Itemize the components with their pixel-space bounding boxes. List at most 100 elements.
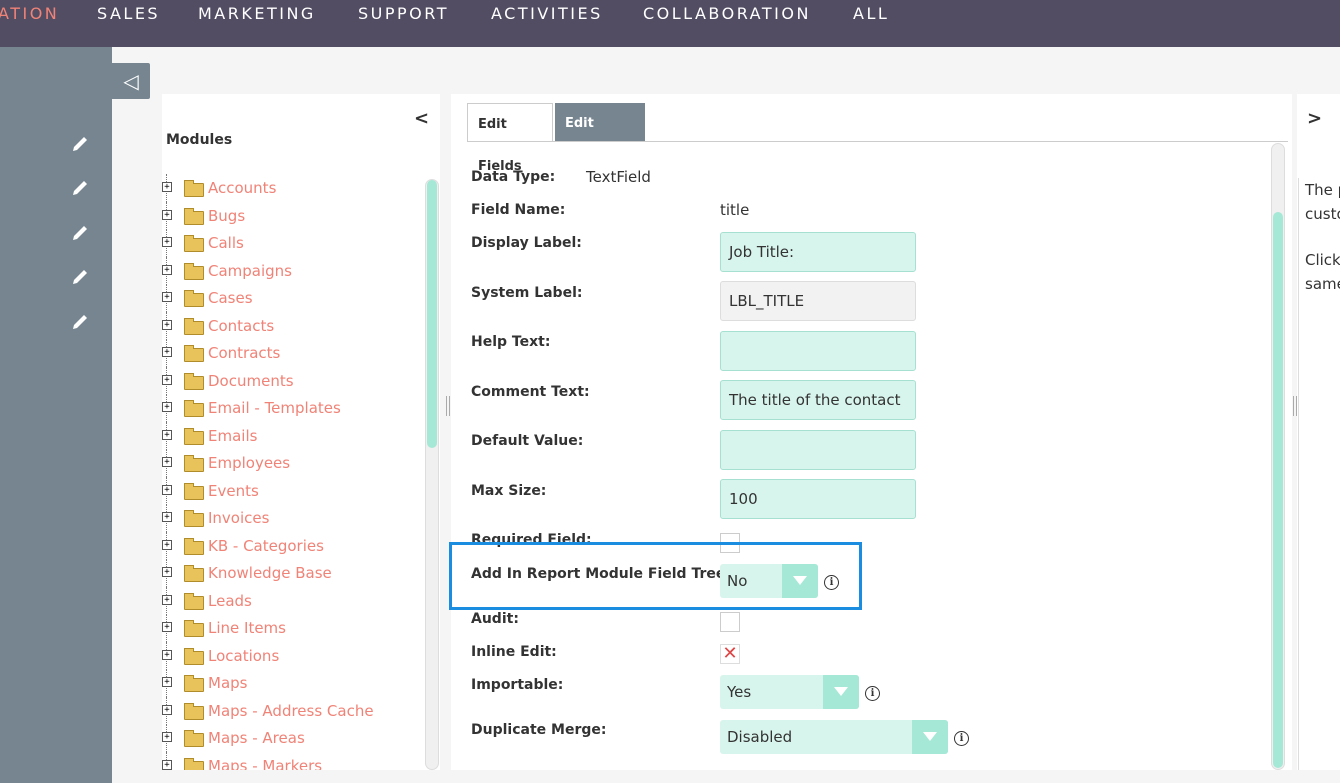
expand-plus-icon[interactable]: + xyxy=(162,732,172,742)
module-tree-item[interactable]: + Maps - Areas xyxy=(162,724,412,752)
expand-plus-icon[interactable]: + xyxy=(162,512,172,522)
module-link[interactable]: Maps - Areas xyxy=(208,729,305,747)
module-tree-item[interactable]: + Bugs xyxy=(162,201,412,230)
pencil-icon[interactable] xyxy=(70,312,90,332)
module-tree-item[interactable]: + KB - Categories xyxy=(162,531,412,560)
expand-plus-icon[interactable]: + xyxy=(162,292,172,302)
pencil-icon[interactable] xyxy=(70,267,90,287)
module-tree-item[interactable]: + Emails xyxy=(162,421,412,450)
tab-edit-fields[interactable]: Edit Fields xyxy=(467,103,553,174)
nav-item-all[interactable]: ALL xyxy=(853,4,889,23)
expand-plus-icon[interactable]: + xyxy=(162,209,172,220)
module-link[interactable]: Contacts xyxy=(208,317,274,335)
default-value-input[interactable] xyxy=(720,430,916,470)
module-link[interactable]: Documents xyxy=(208,372,294,390)
module-link[interactable]: Accounts xyxy=(208,179,276,197)
expand-plus-icon[interactable]: + xyxy=(162,429,172,440)
pencil-icon[interactable] xyxy=(70,223,90,243)
help-text-input[interactable] xyxy=(720,331,916,371)
module-link[interactable]: Cases xyxy=(208,289,253,307)
module-tree-item[interactable]: + Knowledge Base xyxy=(162,559,412,587)
expand-plus-icon[interactable]: + xyxy=(162,677,172,687)
expand-plus-icon[interactable]: + xyxy=(162,484,172,495)
expand-plus-icon[interactable]: + xyxy=(162,759,172,770)
module-tree-item[interactable]: + Email - Templates xyxy=(162,394,412,422)
expand-plus-icon[interactable]: + xyxy=(162,264,172,275)
module-tree-item[interactable]: + Locations xyxy=(162,641,412,670)
nav-item-activities[interactable]: ACTIVITIES xyxy=(491,4,603,23)
nav-item-administration[interactable]: ATION xyxy=(0,4,59,23)
expand-plus-icon[interactable]: + xyxy=(162,319,172,330)
nav-item-sales[interactable]: SALES xyxy=(97,4,160,23)
tab-edit-field[interactable]: Edit Field | xyxy=(555,103,645,173)
expand-plus-icon[interactable]: + xyxy=(162,374,172,385)
expand-plus-icon[interactable]: + xyxy=(162,567,172,577)
expand-plus-icon[interactable]: + xyxy=(162,402,172,412)
module-tree-item[interactable]: + Invoices xyxy=(162,504,412,532)
module-link[interactable]: Email - Templates xyxy=(208,399,341,417)
expand-plus-icon[interactable]: + xyxy=(162,457,172,467)
tab-divider xyxy=(467,141,1288,142)
modules-collapse-icon[interactable]: < xyxy=(414,108,429,129)
main-scrollbar-thumb[interactable] xyxy=(1273,212,1283,768)
comment-text-input[interactable]: The title of the contact xyxy=(720,380,916,420)
module-link[interactable]: Maps xyxy=(208,674,247,692)
display-label-input[interactable]: Job Title: xyxy=(720,232,916,272)
module-link[interactable]: Contracts xyxy=(208,344,280,362)
module-link[interactable]: Knowledge Base xyxy=(208,564,332,582)
module-link[interactable]: Leads xyxy=(208,592,252,610)
module-tree-item[interactable]: + Maps - Address Cache xyxy=(162,696,412,725)
module-tree-item[interactable]: + Contacts xyxy=(162,311,412,340)
pencil-icon[interactable] xyxy=(70,134,90,154)
nav-item-marketing[interactable]: MARKETING xyxy=(198,4,316,23)
module-tree-item[interactable]: + Leads xyxy=(162,586,412,615)
module-tree-item[interactable]: + Employees xyxy=(162,449,412,477)
module-link[interactable]: Emails xyxy=(208,427,257,445)
sidebar-collapse-button[interactable]: ◁ xyxy=(112,63,150,99)
nav-item-collaboration[interactable]: COLLABORATION xyxy=(643,4,811,23)
expand-plus-icon[interactable]: + xyxy=(162,539,172,550)
module-link[interactable]: Invoices xyxy=(208,509,269,527)
module-link[interactable]: Maps - Address Cache xyxy=(208,702,374,720)
info-icon[interactable]: i xyxy=(865,686,880,701)
expand-plus-icon[interactable]: + xyxy=(162,237,172,247)
module-link[interactable]: Locations xyxy=(208,647,279,665)
max-size-input[interactable]: 100 xyxy=(720,479,916,519)
audit-checkbox[interactable] xyxy=(720,612,740,632)
expand-plus-icon[interactable]: + xyxy=(162,594,172,605)
module-link[interactable]: Events xyxy=(208,482,259,500)
panel-splitter[interactable] xyxy=(446,396,450,416)
expand-plus-icon[interactable]: + xyxy=(162,182,172,192)
module-link[interactable]: Employees xyxy=(208,454,290,472)
module-link[interactable]: Maps - Markers xyxy=(208,757,322,771)
module-tree-item[interactable]: + Campaigns xyxy=(162,256,412,285)
importable-select[interactable]: Yes xyxy=(720,675,859,709)
module-link[interactable]: Bugs xyxy=(208,207,245,225)
modules-scrollbar-thumb[interactable] xyxy=(427,180,437,448)
expand-plus-icon[interactable]: + xyxy=(162,347,172,357)
module-tree-item[interactable]: + Contracts xyxy=(162,339,412,367)
module-tree-item[interactable]: + Maps - Markers xyxy=(162,751,412,771)
module-tree-item[interactable]: + Cases xyxy=(162,284,412,312)
modules-scrollbar[interactable] xyxy=(425,179,439,770)
module-link[interactable]: Campaigns xyxy=(208,262,292,280)
module-tree-item[interactable]: + Accounts xyxy=(162,174,412,202)
expand-plus-icon[interactable]: + xyxy=(162,622,172,632)
pencil-icon[interactable] xyxy=(70,178,90,198)
main-scrollbar[interactable] xyxy=(1271,143,1285,770)
module-tree-item[interactable]: + Maps xyxy=(162,669,412,697)
expand-plus-icon[interactable]: + xyxy=(162,704,172,715)
module-tree-item[interactable]: + Documents xyxy=(162,366,412,395)
expand-plus-icon[interactable]: + xyxy=(162,649,172,660)
info-icon[interactable]: i xyxy=(954,731,969,746)
module-tree-item[interactable]: + Calls xyxy=(162,229,412,257)
help-expand-icon[interactable]: > xyxy=(1307,108,1322,129)
duplicate-merge-select[interactable]: Disabled xyxy=(720,720,948,754)
nav-item-support[interactable]: SUPPORT xyxy=(358,4,449,23)
module-tree-item[interactable]: + Line Items xyxy=(162,614,412,642)
inline-edit-checkbox[interactable]: ✕ xyxy=(720,644,740,664)
module-link[interactable]: KB - Categories xyxy=(208,537,324,555)
module-link[interactable]: Calls xyxy=(208,234,244,252)
module-tree-item[interactable]: + Events xyxy=(162,476,412,505)
module-link[interactable]: Line Items xyxy=(208,619,286,637)
